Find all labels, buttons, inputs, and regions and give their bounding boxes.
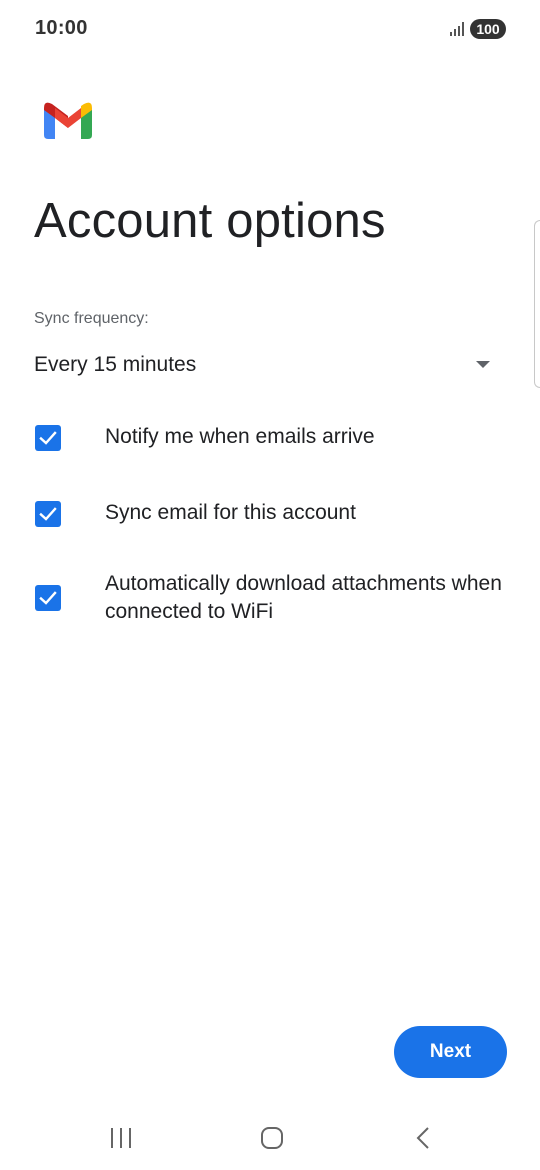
battery-indicator: 100 [470,19,506,39]
sync-email-label: Sync email for this account [105,501,356,524]
sync-frequency-dropdown[interactable]: Every 15 minutes [34,340,500,388]
status-bar: 10:00 100 [0,0,540,60]
checkmark-icon [39,591,57,605]
navigation-bar [0,1108,540,1170]
next-button[interactable]: Next [394,1026,507,1078]
sync-frequency-label: Sync frequency: [34,310,149,327]
dropdown-arrow-icon [476,361,490,368]
home-icon[interactable] [260,1126,284,1150]
checkmark-icon [39,431,57,445]
sync-email-option[interactable]: Sync email for this account [0,496,540,532]
auto-download-checkbox[interactable] [35,585,61,611]
notify-checkbox[interactable] [35,425,61,451]
back-icon[interactable] [414,1126,432,1150]
sync-email-checkbox[interactable] [35,501,61,527]
checkmark-icon [39,507,57,521]
gmail-logo-icon [44,102,92,139]
sync-frequency-value: Every 15 minutes [34,353,197,376]
notify-option[interactable]: Notify me when emails arrive [0,420,540,456]
page-title: Account options [34,194,386,248]
recent-apps-icon[interactable] [108,1127,134,1149]
auto-download-label: Automatically download attachments when … [105,572,502,623]
edge-panel-handle[interactable] [534,220,540,388]
signal-bars-icon [450,22,464,36]
status-time: 10:00 [35,17,88,39]
auto-download-option[interactable]: Automatically download attachments when … [0,568,540,630]
notify-label: Notify me when emails arrive [105,425,375,448]
